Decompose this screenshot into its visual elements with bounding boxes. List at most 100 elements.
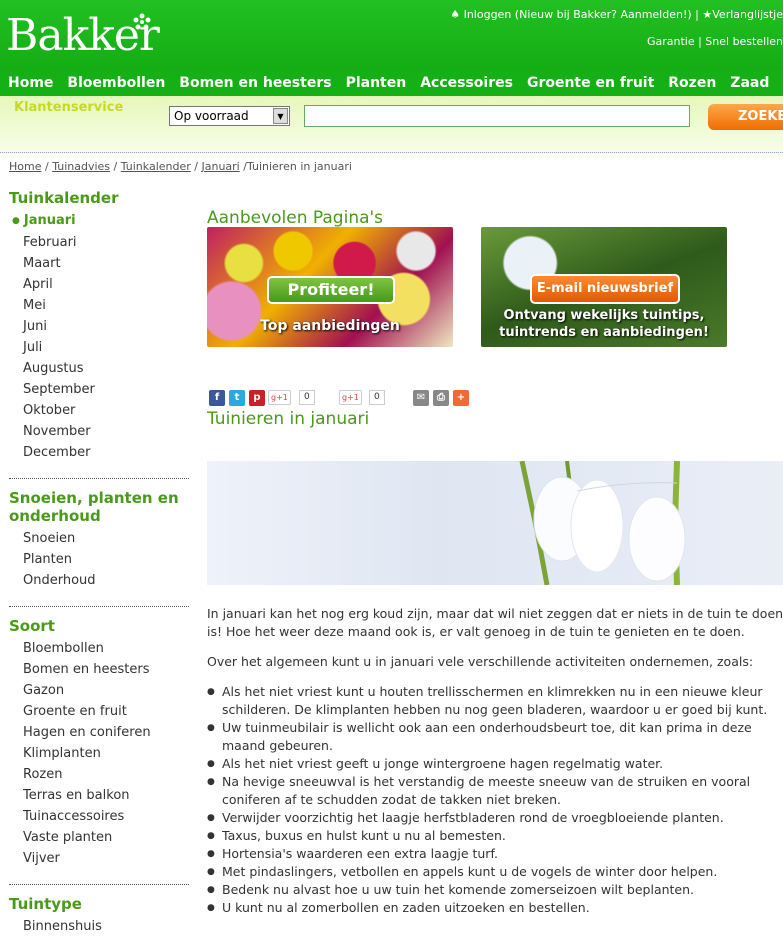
sidebar-item-planten[interactable]: Planten (9, 549, 189, 570)
sidebar: Tuinkalender Januari Februari Maart Apri… (9, 189, 189, 937)
divider (9, 884, 189, 885)
nav-item-rozen[interactable]: Rozen (660, 70, 722, 96)
search-input[interactable] (304, 105, 690, 127)
breadcrumb-tuinkalender[interactable]: Tuinkalender (121, 160, 191, 173)
sidebar-list-soort: Bloembollen Bomen en heesters Gazon Groe… (9, 638, 189, 869)
sub-links[interactable]: Garantie | Snel bestellen (647, 35, 783, 48)
sidebar-item-juli[interactable]: Juli (9, 337, 189, 358)
hero-image (207, 461, 783, 585)
facebook-icon[interactable]: f (209, 390, 225, 406)
wishlist-link[interactable]: Verlanglijstje (712, 8, 783, 21)
nav-item-bomen-en-heesters[interactable]: Bomen en heesters (171, 70, 337, 96)
stock-filter-select[interactable]: Op voorraad ▼ (169, 106, 290, 126)
sidebar-item-maart[interactable]: Maart (9, 253, 189, 274)
flower-icon (133, 13, 151, 30)
sidebar-item-bomen-en-heesters[interactable]: Bomen en heesters (9, 659, 189, 680)
top-links: ♠ Inloggen (Nieuw bij Bakker? Aanmelden!… (450, 8, 783, 21)
nav-item-planten[interactable]: Planten (338, 70, 413, 96)
sidebar-item-september[interactable]: September (9, 379, 189, 400)
profiteer-button[interactable]: Profiteer! (267, 276, 395, 304)
snowdrop-image (519, 461, 686, 585)
recommended-title: Aanbevolen Pagina's (207, 208, 384, 228)
nav-item-zaad[interactable]: Zaad (722, 70, 775, 96)
sidebar-list-tuintype: Binnenshuis (9, 916, 189, 937)
nav-item-sp[interactable]: Sp (775, 70, 783, 96)
sidebar-item-vijver[interactable]: Vijver (9, 848, 189, 869)
sidebar-item-rozen[interactable]: Rozen (9, 764, 189, 785)
activity-list: Als het niet vriest kunt u houten trelli… (207, 683, 783, 917)
list-item: Als het niet vriest geeft u jonge winter… (207, 755, 783, 773)
sidebar-item-terras-en-balkon[interactable]: Terras en balkon (9, 785, 189, 806)
twitter-icon[interactable]: t (229, 390, 245, 406)
divider (9, 478, 189, 479)
breadcrumb-current: Tuinieren in januari (246, 160, 352, 173)
nav-item-home[interactable]: Home (0, 70, 59, 96)
google-plus-count: 0 (299, 390, 315, 405)
sidebar-title-tuinkalender: Tuinkalender (9, 189, 119, 207)
breadcrumb-januari[interactable]: Januari (201, 160, 239, 173)
sidebar-item-bloembollen[interactable]: Bloembollen (9, 638, 189, 659)
search-bar: Klantenservice Op voorraad ▼ ZOEKEN (0, 96, 783, 153)
nav-item-bloembollen[interactable]: Bloembollen (59, 70, 171, 96)
sidebar-item-tuinaccessoires[interactable]: Tuinaccessoires (9, 806, 189, 827)
list-item: Met pindaslingers, vetbollen en appels k… (207, 863, 783, 881)
list-item: Uw tuinmeubilair is wellicht ook aan een… (207, 719, 783, 755)
print-icon[interactable]: ⎙ (433, 390, 449, 406)
sidebar-item-binnenshuis[interactable]: Binnenshuis (9, 916, 189, 937)
nav-item-groente-en-fruit[interactable]: Groente en fruit (519, 70, 660, 96)
sidebar-item-juni[interactable]: Juni (9, 316, 189, 337)
divider: | (695, 8, 699, 21)
list-item: Na hevige sneeuwval is het verstandig de… (207, 773, 783, 809)
star-icon: ★ (702, 8, 713, 21)
sidebar-item-januari[interactable]: Januari (9, 210, 189, 232)
user-icon: ♠ (450, 8, 461, 21)
promo-newsletter[interactable]: E-mail nieuwsbrief Ontvang wekelijks tui… (481, 227, 727, 347)
login-link[interactable]: Inloggen (Nieuw bij Bakker? Aanmelden!) (464, 8, 692, 21)
promo1-caption: Top aanbiedingen (260, 318, 400, 334)
main-nav: Home Bloembollen Bomen en heesters Planten A… (0, 70, 783, 96)
sidebar-item-augustus[interactable]: Augustus (9, 358, 189, 379)
sidebar-list-tuinkalender: Januari Februari Maart April Mei Juni Ju… (9, 210, 189, 463)
promo2-caption: Ontvang wekelijks tuintips, tuintrends e… (481, 307, 727, 341)
pinterest-icon[interactable]: p (249, 390, 265, 406)
sidebar-item-november[interactable]: November (9, 421, 189, 442)
chevron-down-icon[interactable]: ▼ (273, 108, 288, 124)
search-button[interactable]: ZOEKEN (708, 104, 783, 130)
promo-top-aanbiedingen[interactable]: Profiteer! Top aanbiedingen (207, 227, 453, 347)
google-plus-count: 0 (369, 390, 385, 405)
article-title: Tuinieren in januari (207, 409, 370, 429)
breadcrumb: Home / Tuinadvies / Tuinkalender / Janua… (9, 160, 352, 173)
list-item: U kunt nu al zomerbollen en zaden uitzoe… (207, 899, 783, 917)
sidebar-item-december[interactable]: December (9, 442, 189, 463)
sidebar-item-snoeien[interactable]: Snoeien (9, 528, 189, 549)
google-plus-button[interactable]: g+1 (339, 390, 362, 405)
breadcrumb-home[interactable]: Home (9, 160, 41, 173)
sidebar-item-groente-en-fruit[interactable]: Groente en fruit (9, 701, 189, 722)
sidebar-item-vaste-planten[interactable]: Vaste planten (9, 827, 189, 848)
promo2-caption-line: tuintrends en aanbiedingen! (499, 325, 709, 340)
stock-filter-value: Op voorraad (174, 109, 249, 123)
google-plus-button[interactable]: g+1 (268, 390, 291, 405)
sidebar-item-februari[interactable]: Februari (9, 232, 189, 253)
sidebar-item-onderhoud[interactable]: Onderhoud (9, 570, 189, 591)
site-header: Bakker ♠ Inloggen (Nieuw bij Bakker? Aan… (0, 0, 783, 70)
breadcrumb-tuinadvies[interactable]: Tuinadvies (52, 160, 110, 173)
sidebar-title-tuintype: Tuintype (9, 895, 82, 913)
klantenservice-link[interactable]: Klantenservice (14, 100, 123, 115)
list-item: Bedenk nu alvast hoe u uw tuin het komen… (207, 881, 783, 899)
list-item: Taxus, buxus en hulst kunt u nu al bemes… (207, 827, 783, 845)
article-lead: Over het algemeen kunt u in januari vele… (207, 654, 754, 669)
add-icon[interactable]: + (453, 390, 469, 406)
newsletter-button[interactable]: E-mail nieuwsbrief (530, 274, 680, 304)
sidebar-item-oktober[interactable]: Oktober (9, 400, 189, 421)
sidebar-title-soort: Soort (9, 617, 55, 635)
sidebar-item-gazon[interactable]: Gazon (9, 680, 189, 701)
article-intro: In januari kan het nog erg koud zijn, ma… (207, 605, 783, 641)
sidebar-item-april[interactable]: April (9, 274, 189, 295)
sidebar-item-mei[interactable]: Mei (9, 295, 189, 316)
sidebar-item-klimplanten[interactable]: Klimplanten (9, 743, 189, 764)
nav-item-accessoires[interactable]: Accessoires (412, 70, 519, 96)
article-body: In januari kan het nog erg koud zijn, ma… (207, 605, 783, 917)
sidebar-item-hagen-en-coniferen[interactable]: Hagen en coniferen (9, 722, 189, 743)
email-icon[interactable]: ✉ (413, 390, 429, 406)
